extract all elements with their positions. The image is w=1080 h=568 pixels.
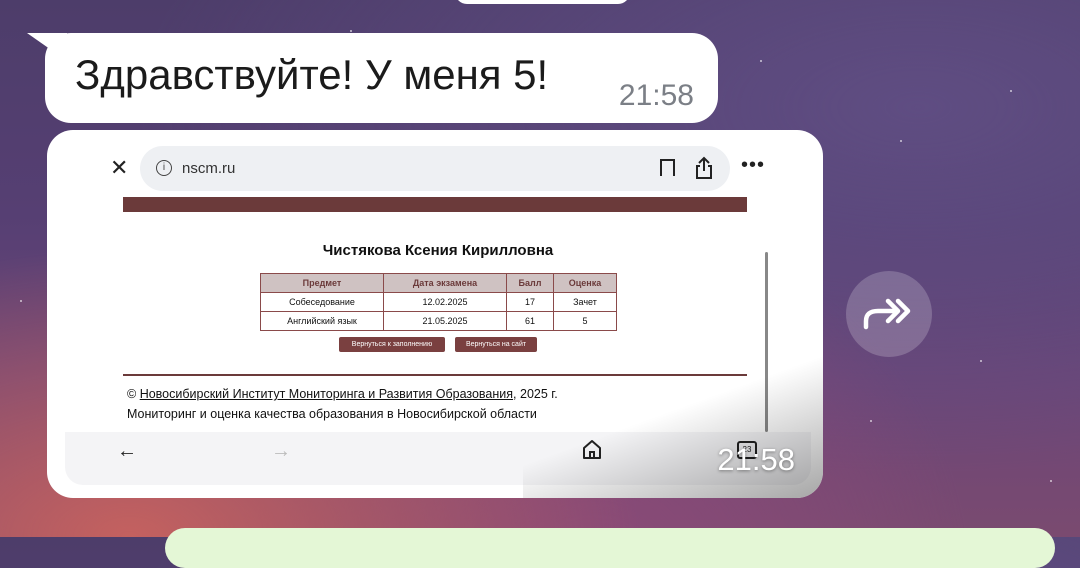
url-text: nscm.ru [182, 160, 236, 177]
bookmark-icon [660, 159, 675, 178]
message-time: 21:58 [618, 79, 694, 112]
message-time: 21:58 [717, 442, 795, 477]
star [1010, 90, 1012, 92]
site-banner [123, 197, 747, 212]
table-row: Собеседование 12.02.2025 17 Зачет [260, 292, 617, 312]
footer-tagline: Мониторинг и оценка качества образования… [127, 407, 537, 421]
forward-share-icon [863, 298, 911, 330]
table-row: Английский язык 21.05.2025 61 5 [260, 311, 617, 331]
table-header: Дата экзамена [383, 273, 507, 293]
star [350, 30, 352, 32]
message-text: Здравствуйте! У меня 5! [75, 51, 549, 98]
info-icon: i [156, 160, 172, 176]
table-cell: Английский язык [260, 311, 384, 331]
back-arrow-icon: ← [117, 440, 137, 462]
results-table: Предмет Дата экзамена Балл Оценка Собесе… [260, 273, 617, 331]
back-to-fill-button: Вернуться к заполнению [339, 337, 445, 352]
previous-message-bubble[interactable] [455, 0, 630, 4]
address-bar: i nscm.ru [140, 146, 730, 191]
table-header: Балл [506, 273, 554, 293]
star [900, 140, 902, 142]
table-header: Предмет [260, 273, 384, 293]
table-cell: 17 [506, 292, 554, 312]
forward-arrow-icon: → [271, 440, 291, 462]
table-cell: 61 [506, 311, 554, 331]
copyright-sign: © [127, 387, 137, 401]
table-header: Оценка [553, 273, 617, 293]
table-header-row: Предмет Дата экзамена Балл Оценка [260, 273, 617, 293]
close-icon: ✕ [110, 155, 129, 180]
more-icon: ••• [741, 154, 766, 176]
table-cell: 21.05.2025 [383, 311, 507, 331]
next-message-bubble[interactable] [165, 528, 1055, 568]
message-bubble-image[interactable]: ✕ i nscm.ru ••• Чистякова Ксения Кирилло… [47, 130, 823, 498]
star [870, 420, 872, 422]
star [20, 300, 22, 302]
share-icon [696, 156, 712, 179]
org-link: Новосибирский Институт Мониторинга и Раз… [139, 387, 514, 401]
person-name: Чистякова Ксения Кирилловна [322, 242, 554, 259]
message-bubble-text[interactable]: Здравствуйте! У меня 5! 21:58 [45, 33, 718, 123]
table-cell: Зачет [553, 292, 617, 312]
star [760, 60, 762, 62]
star [980, 360, 982, 362]
footer-copyright: © Новосибирский Институт Мониторинга и Р… [127, 387, 558, 401]
forward-share-button[interactable] [846, 271, 932, 357]
table-cell: 12.02.2025 [383, 292, 507, 312]
table-cell: 5 [553, 311, 617, 331]
table-cell: Собеседование [260, 292, 384, 312]
star [1050, 480, 1052, 482]
